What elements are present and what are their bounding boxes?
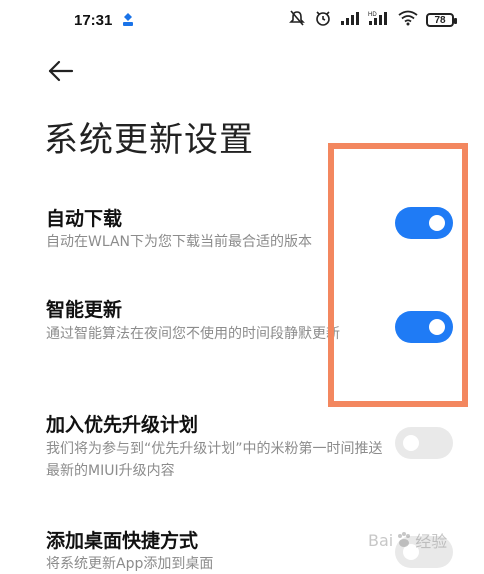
setting-priority-upgrade[interactable]: 加入优先升级计划 我们将为参与到“优先升级计划”中的米粉第一时间推送最新的MIU… (0, 405, 484, 485)
toggle-knob (429, 319, 445, 335)
setting-smart-update[interactable]: 智能更新 通过智能算法在夜间您不使用的时间段静默更新 (0, 290, 484, 370)
setting-description: 自动在WLAN下为您下载当前最合适的版本 (46, 234, 313, 250)
page-title: 系统更新设置 (44, 120, 254, 160)
auto-download-toggle[interactable] (395, 207, 453, 239)
back-arrow-icon (48, 60, 74, 82)
setting-auto-download[interactable]: 自动下载 自动在WLAN下为您下载当前最合适的版本 (0, 198, 484, 268)
alarm-icon (314, 9, 332, 31)
toggle-knob (403, 435, 419, 451)
baidu-watermark: Bai 经验 (368, 528, 447, 552)
setting-title: 加入优先升级计划 (46, 414, 199, 436)
signal-hd-icon: HD (368, 10, 390, 30)
paw-icon (398, 532, 411, 547)
svg-text:HD: HD (368, 12, 377, 18)
setting-description: 将系统更新App添加到桌面 (46, 556, 214, 572)
back-button[interactable] (46, 58, 76, 84)
app-notification-icon (120, 12, 136, 28)
wifi-icon (398, 10, 418, 30)
screen: 17:31 HD 78 系统更新设置 自动下载 自动在WLAN下为您下载当前最合… (0, 0, 484, 574)
toggle-knob (429, 215, 445, 231)
setting-title: 智能更新 (46, 299, 123, 321)
status-icons: HD 78 (288, 9, 457, 31)
watermark-text: 经验 (415, 532, 448, 551)
priority-upgrade-toggle[interactable] (395, 427, 453, 459)
smart-update-toggle[interactable] (395, 311, 453, 343)
signal-icon (340, 10, 360, 30)
watermark-logo: Bai (368, 530, 394, 550)
status-bar: 17:31 HD 78 (0, 0, 484, 40)
setting-title: 自动下载 (46, 208, 123, 230)
status-time: 17:31 (74, 12, 113, 29)
mute-icon (288, 9, 306, 31)
setting-description: 通过智能算法在夜间您不使用的时间段静默更新 (46, 326, 340, 342)
setting-description: 我们将为参与到“优先升级计划”中的米粉第一时间推送最新的MIUI升级内容 (46, 441, 383, 479)
setting-title: 添加桌面快捷方式 (46, 530, 199, 552)
battery-icon: 78 (426, 13, 457, 27)
